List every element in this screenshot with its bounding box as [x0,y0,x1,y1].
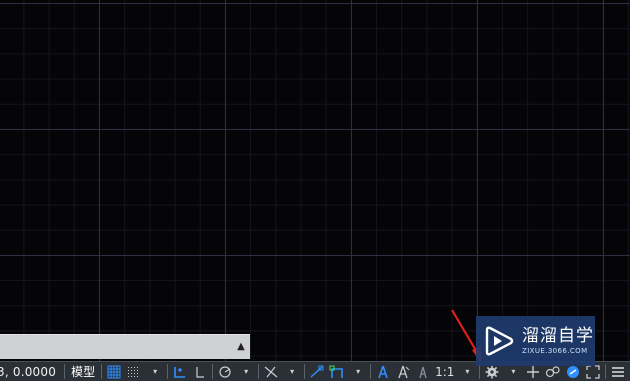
status-divider [64,364,66,379]
osnap-track-icon[interactable] [307,363,327,381]
model-tab-button[interactable]: 模型 [67,363,99,381]
play-logo-icon [485,326,514,356]
status-divider [167,364,169,379]
annotation-scale-value[interactable]: 1:1 [433,363,456,381]
coordinate-readout: 3, 0.0000 [0,364,57,379]
isodraft-dropdown-icon[interactable]: ▾ [282,363,302,381]
infer-constraints-icon[interactable] [170,363,190,381]
ortho-icon[interactable] [190,363,210,381]
osnap-dropdown-icon[interactable]: ▾ [348,363,368,381]
status-divider [258,364,260,379]
annotation-visibility-icon[interactable] [373,363,393,381]
polar-dropdown-icon[interactable]: ▾ [236,363,256,381]
snap-dropdown-icon[interactable]: ▾ [145,363,165,381]
annotation-scale-dropdown-icon[interactable]: ▾ [457,363,477,381]
command-line-collapse-button[interactable]: ▲ [234,340,248,354]
status-divider [370,364,372,379]
isodraft-icon[interactable] [261,363,281,381]
status-divider [304,364,306,379]
command-line[interactable]: ▲ [0,334,250,359]
drawing-canvas[interactable] [0,0,630,361]
snap-icon[interactable] [124,363,144,381]
osnap-icon[interactable] [327,363,347,381]
grid-icon[interactable] [104,363,124,381]
watermark: 溜溜自学 ZIXUE.3066.COM [476,316,595,366]
status-divider [605,364,607,379]
customize-icon[interactable] [608,363,628,381]
watermark-title: 溜溜自学 [522,326,594,346]
status-divider [479,364,481,379]
annotation-scale-icon[interactable] [413,363,433,381]
polar-icon[interactable] [215,363,235,381]
status-divider [212,364,214,379]
auto-scale-icon[interactable] [393,363,413,381]
status-divider [101,364,103,379]
watermark-url: ZIXUE.3066.COM [522,347,588,355]
